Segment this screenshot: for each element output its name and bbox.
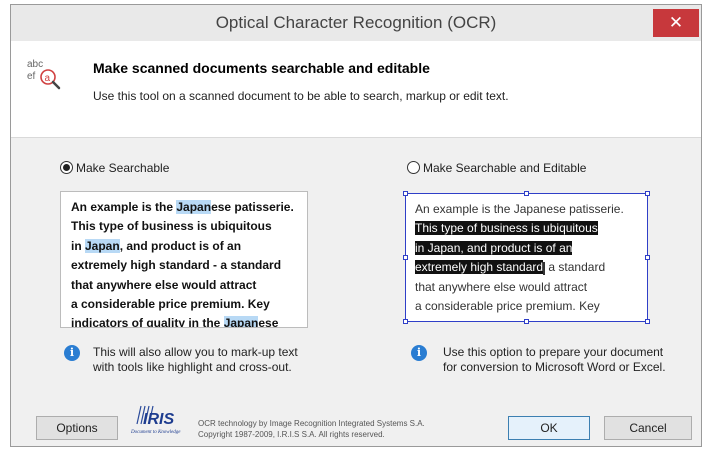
icon-text-abc: abc xyxy=(27,59,43,70)
abc-ef-magnifier-icon: abc ef a xyxy=(27,59,61,90)
searchable-info-line-2: with tools like highlight and cross-out. xyxy=(93,360,292,374)
preview-text: that anywhere else would attract xyxy=(71,277,257,292)
icon-text-a: a xyxy=(45,73,51,84)
editable-info-line-1: Use this option to prepare your document xyxy=(443,345,664,359)
copyright-line-2: Copyright 1987-2009, I.R.I.S S.A. All ri… xyxy=(198,430,385,439)
searchable-info-line-1: This will also allow you to mark-up text xyxy=(93,345,298,359)
searchable-preview: An example is the Japanese patisserie. Th… xyxy=(60,191,308,328)
options-button[interactable]: Options xyxy=(36,416,118,440)
preview-text-line: in Japan, and product is of an xyxy=(71,238,242,253)
make-editable-label[interactable]: Make Searchable and Editable xyxy=(423,161,586,175)
make-searchable-label[interactable]: Make Searchable xyxy=(76,161,169,175)
search-highlight: Japan xyxy=(176,200,212,214)
preview-text: ese xyxy=(258,316,279,328)
preview-text-line: extremely high standard - a standard xyxy=(71,258,281,272)
search-highlight: Japan xyxy=(223,316,259,327)
preview-text-line: An example is the Japanese patisserie. xyxy=(71,200,294,214)
icon-text-ef: ef xyxy=(27,71,36,82)
preview-text: extremely high standard - a standard xyxy=(71,258,282,273)
resize-handle[interactable] xyxy=(645,319,650,324)
info-icon: i xyxy=(411,345,427,361)
preview-text: , and product is of an xyxy=(119,238,242,253)
iris-logo-text: IRIS xyxy=(143,411,174,428)
preview-text-line: indicators of quality in the Japanese xyxy=(71,316,279,328)
selection-frame xyxy=(405,193,648,322)
close-button[interactable]: ✕ xyxy=(653,9,699,37)
resize-handle[interactable] xyxy=(645,191,650,196)
preview-text: in xyxy=(71,238,85,253)
preview-text-line: This type of business is ubiquitous xyxy=(71,219,272,233)
search-highlight: Japan xyxy=(85,238,120,253)
preview-text: An example is the xyxy=(71,200,177,214)
preview-text: indicators of quality in the xyxy=(71,316,224,328)
make-searchable-radio[interactable] xyxy=(60,161,73,174)
resize-handle[interactable] xyxy=(524,191,529,196)
resize-handle[interactable] xyxy=(524,319,529,324)
ok-button[interactable]: OK xyxy=(508,416,590,440)
preview-text-line: that anywhere else would attract xyxy=(71,278,256,292)
iris-logo-tagline: Document to Knowledge xyxy=(130,430,181,435)
resize-handle[interactable] xyxy=(403,255,408,260)
window-title: Optical Character Recognition (OCR) xyxy=(215,13,497,32)
preview-text: a considerable price premium. Key xyxy=(71,297,270,311)
copyright-text: OCR technology by Image Recognition Inte… xyxy=(198,418,425,440)
dialog-header: abc ef a Make scanned documents searchab… xyxy=(11,41,701,138)
make-editable-radio[interactable] xyxy=(407,161,420,174)
resize-handle[interactable] xyxy=(645,255,650,260)
editable-info-line-2: for conversion to Microsoft Word or Exce… xyxy=(443,360,666,374)
info-icon: i xyxy=(64,345,80,361)
title-bar: Optical Character Recognition (OCR) ✕ xyxy=(11,5,701,41)
editable-info-text: Use this option to prepare your document… xyxy=(443,345,666,375)
header-title: Make scanned documents searchable and ed… xyxy=(93,60,430,76)
resize-handle[interactable] xyxy=(403,319,408,324)
iris-logo: IRIS Document to Knowledge xyxy=(130,405,181,435)
cancel-button[interactable]: Cancel xyxy=(604,416,692,440)
searchable-info-text: This will also allow you to mark-up text… xyxy=(93,345,298,375)
preview-text: This type of business is ubiquitous xyxy=(71,219,272,234)
copyright-line-1: OCR technology by Image Recognition Inte… xyxy=(198,419,425,428)
preview-text-line: a considerable price premium. Key xyxy=(71,297,270,311)
resize-handle[interactable] xyxy=(403,191,408,196)
header-subtitle: Use this tool on a scanned document to b… xyxy=(93,89,509,103)
preview-text: ese patisserie. xyxy=(211,200,294,214)
